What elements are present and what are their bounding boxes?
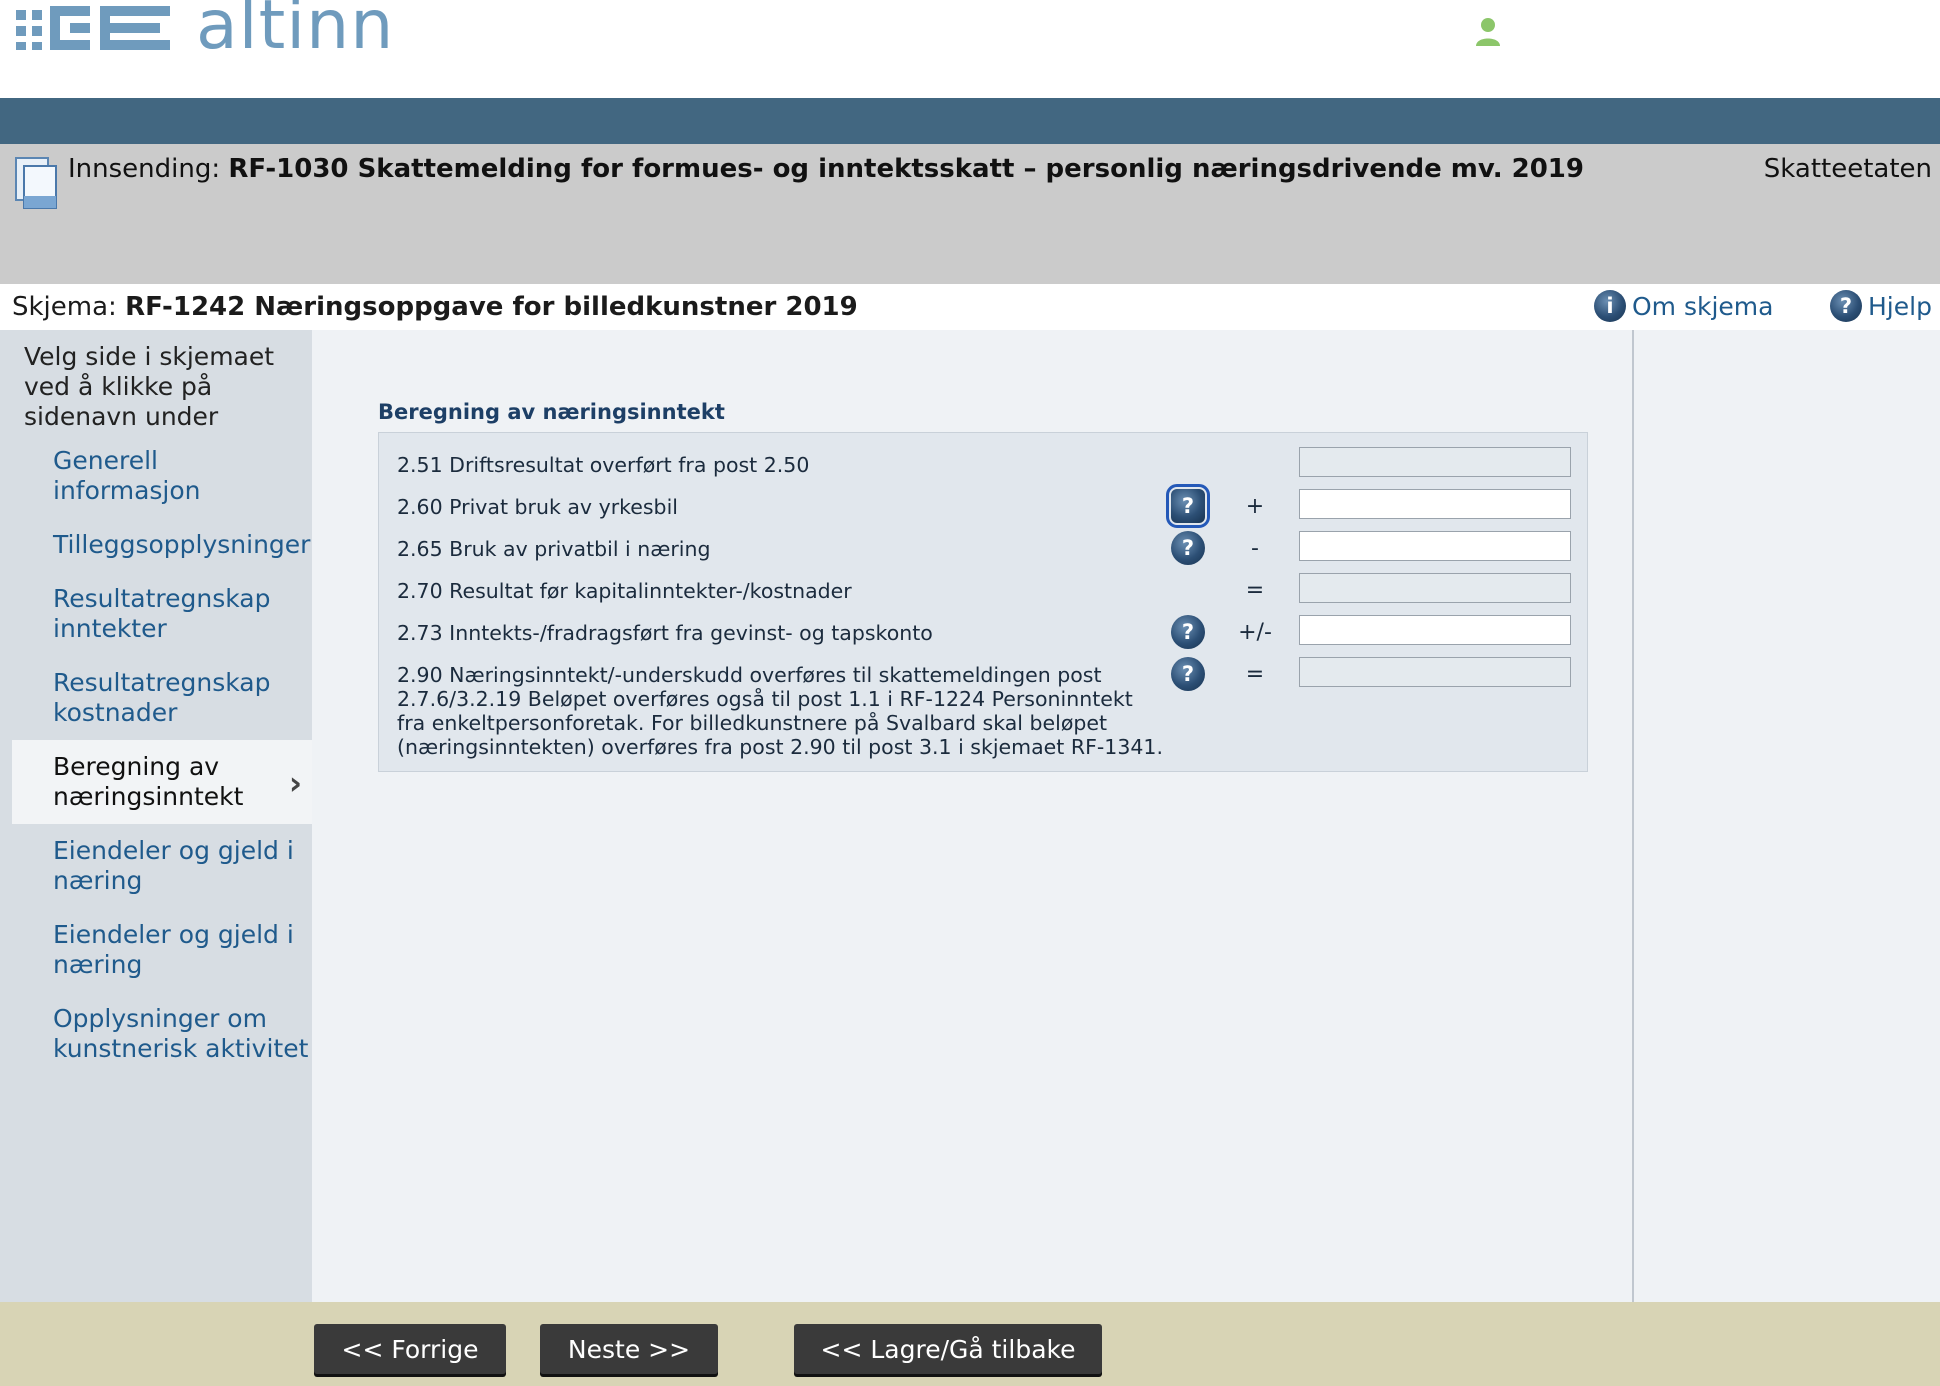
submission-title: Innsending: RF-1030 Skattemelding for fo… — [68, 154, 1584, 184]
about-schema-link[interactable]: i Om skjema — [1594, 290, 1773, 322]
field-2-60[interactable] — [1299, 489, 1571, 519]
nav-item-label: Opplysninger om kunstnerisk aktivitet — [53, 1004, 309, 1063]
nav-item-eiendeler-og-gjeld-1[interactable]: Eiendeler og gjeld i næring — [12, 836, 312, 896]
help-icon[interactable]: ? — [1171, 615, 1205, 649]
row-label: 2.60 Privat bruk av yrkesbil — [397, 495, 678, 519]
about-schema-label: Om skjema — [1632, 291, 1774, 321]
nav-item-resultatregnskap-kostnader[interactable]: Resultatregnskap kostnader — [12, 668, 312, 728]
schema-title: Skjema: RF-1242 Næringsoppgave for bille… — [12, 292, 858, 322]
help-icon: ? — [1830, 290, 1862, 322]
help-icon[interactable]: ? — [1171, 657, 1205, 691]
row-operator: = — [1245, 578, 1265, 603]
nav-item-opplysninger-om-kunstnerisk-aktivitet[interactable]: Opplysninger om kunstnerisk aktivitet — [12, 1004, 312, 1064]
footer-bar: << Forrige Neste >> << Lagre/Gå tilbake — [0, 1302, 1940, 1386]
altinn-logo-mark — [16, 6, 170, 50]
row-operator: +/- — [1238, 620, 1272, 645]
row-operator: - — [1251, 536, 1259, 561]
user-icon[interactable] — [1474, 16, 1502, 48]
header-bar — [0, 98, 1940, 144]
field-2-65[interactable] — [1299, 531, 1571, 561]
right-pane — [1632, 330, 1940, 1302]
site-header: altinn — [0, 0, 1940, 98]
submission-form-name: RF-1030 Skattemelding for formues- og in… — [228, 154, 1584, 184]
nav-item-eiendeler-og-gjeld-2[interactable]: Eiendeler og gjeld i næring — [12, 920, 312, 980]
agency-name: Skatteetaten — [1763, 154, 1932, 184]
help-link[interactable]: ? Hjelp — [1830, 290, 1932, 322]
row-operator: + — [1245, 494, 1265, 519]
section-title: Beregning av næringsinntekt — [378, 400, 725, 424]
nav-item-label: Resultatregnskap inntekter — [53, 584, 271, 643]
page-navigation: Velg side i skjemaet ved å klikke på sid… — [0, 330, 312, 1302]
next-button[interactable]: Neste >> — [540, 1324, 718, 1374]
document-icon — [15, 157, 57, 209]
nav-item-label: Resultatregnskap kostnader — [53, 668, 271, 727]
calculation-panel: 2.51 Driftsresultat overført fra post 2.… — [378, 432, 1588, 772]
field-2-70[interactable] — [1299, 573, 1571, 603]
nav-item-label: Generell informasjon — [53, 446, 201, 505]
submission-prefix: Innsending: — [68, 154, 221, 184]
field-2-90[interactable] — [1299, 657, 1571, 687]
field-2-73[interactable] — [1299, 615, 1571, 645]
help-icon[interactable]: ? — [1171, 531, 1205, 565]
schema-bar: Skjema: RF-1242 Næringsoppgave for bille… — [0, 284, 1940, 330]
schema-name: RF-1242 Næringsoppgave for billedkunstne… — [125, 292, 858, 322]
row-label: 2.73 Inntekts-/fradragsført fra gevinst-… — [397, 621, 933, 645]
row-label: 2.51 Driftsresultat overført fra post 2.… — [397, 453, 810, 477]
row-operator: = — [1245, 662, 1265, 687]
help-icon[interactable]: ? — [1166, 484, 1210, 528]
logo-text: altinn — [196, 0, 395, 65]
field-2-51[interactable] — [1299, 447, 1571, 477]
row-label: 2.90 Næringsinntekt/-underskudd overføre… — [397, 663, 1163, 759]
nav-item-generell-informasjon[interactable]: Generell informasjon — [12, 446, 312, 506]
chevron-right-icon: › — [288, 764, 302, 802]
schema-prefix: Skjema: — [12, 292, 117, 322]
previous-button[interactable]: << Forrige — [314, 1324, 506, 1374]
form-content: Beregning av næringsinntekt 2.51 Driftsr… — [312, 330, 1632, 1302]
nav-item-beregning-av-naeringsinntekt[interactable]: Beregning av næringsinntekt › — [12, 740, 312, 824]
nav-item-tilleggsopplysninger[interactable]: Tilleggsopplysninger — [12, 530, 312, 560]
nav-item-label: Tilleggsopplysninger — [53, 530, 311, 559]
row-label: 2.70 Resultat før kapitalinntekter-/kost… — [397, 579, 852, 603]
row-label: 2.65 Bruk av privatbil i næring — [397, 537, 711, 561]
submission-header: Innsending: RF-1030 Skattemelding for fo… — [0, 144, 1940, 284]
nav-item-label: Eiendeler og gjeld i næring — [53, 920, 294, 979]
help-label: Hjelp — [1868, 291, 1932, 321]
save-go-back-button[interactable]: << Lagre/Gå tilbake — [794, 1324, 1102, 1374]
nav-item-label: Eiendeler og gjeld i næring — [53, 836, 294, 895]
page-list: Generell informasjon Tilleggsopplysninge… — [12, 446, 312, 1064]
navigation-intro: Velg side i skjemaet ved å klikke på sid… — [24, 342, 275, 431]
info-icon: i — [1594, 290, 1626, 322]
nav-item-label: Beregning av næringsinntekt — [53, 752, 244, 811]
nav-item-resultatregnskap-inntekter[interactable]: Resultatregnskap inntekter — [12, 584, 312, 644]
